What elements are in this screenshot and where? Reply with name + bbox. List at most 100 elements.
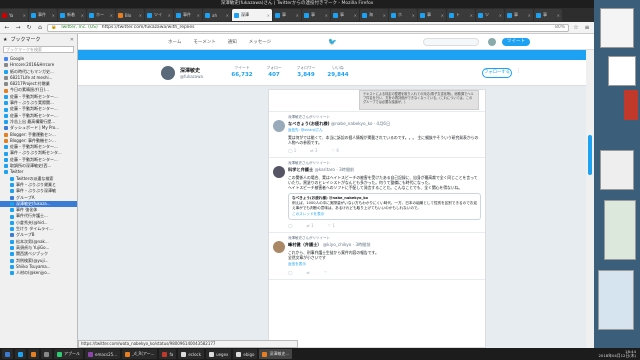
browser-tab[interactable]: ah ✕	[203, 9, 231, 21]
taskbar-item[interactable]	[2, 349, 13, 359]
avatar[interactable]	[488, 38, 496, 46]
close-icon[interactable]: ✕	[70, 37, 74, 43]
taskbar-item[interactable]: _d_R(アー...	[122, 349, 158, 359]
close-icon[interactable]: ✕	[528, 13, 531, 18]
nav-notifications[interactable]: 通知	[228, 39, 237, 45]
desktop-window[interactable]	[600, 8, 634, 48]
stat-likes[interactable]: いいね 29,844	[324, 65, 352, 78]
tweet-avatar[interactable]	[273, 166, 285, 178]
tweet[interactable]: 深澤敏史さんがリツイート なべきょう(お疲れ様) @nabe_nabekyo_ko…	[269, 112, 485, 158]
clock[interactable]: 18:44 2018年04月12日(木)	[599, 349, 638, 359]
browser-tab[interactable]: 事 ✕	[418, 9, 446, 21]
show-thread-link[interactable]: 返信を表示	[288, 262, 481, 267]
browser-tab[interactable]: 事 ✕	[302, 9, 330, 21]
reply-icon[interactable]: ◯ 1	[288, 148, 296, 153]
close-icon[interactable]: ✕	[52, 13, 55, 18]
stat-following[interactable]: フォロー 407	[260, 65, 288, 78]
close-icon[interactable]: ✕	[110, 13, 113, 18]
close-icon[interactable]: ✕	[23, 13, 26, 18]
desktop-window[interactable]	[600, 150, 634, 190]
bookmark-star-icon[interactable]: ☆	[572, 24, 580, 32]
close-icon[interactable]: ✕	[354, 13, 357, 18]
twitter-search-input[interactable]	[423, 38, 479, 46]
quoted-tweet[interactable]: なべきょう(お疲れ様) @nabe_nabekyo_ko 例えば、1000人の中に…	[288, 193, 481, 221]
close-icon[interactable]: ✕	[557, 13, 560, 18]
taskbar-item[interactable]: uegex	[206, 349, 232, 359]
close-icon[interactable]: ✕	[168, 13, 171, 18]
profile-handle[interactable]: @fukazawa	[180, 74, 203, 79]
close-icon[interactable]: ✕	[383, 13, 386, 18]
browser-tab[interactable]: 事 ✕	[534, 9, 562, 21]
twitter-bird-icon[interactable]: 🐦	[328, 38, 337, 46]
desktop-window[interactable]	[608, 56, 636, 86]
browser-tab[interactable]: Blo ✕	[116, 9, 144, 21]
close-icon[interactable]: ✕	[412, 13, 415, 18]
desktop-window[interactable]	[624, 90, 638, 120]
tweet-button[interactable]: ツイート	[502, 38, 530, 46]
taskbar-item[interactable]	[41, 349, 52, 359]
taskbar-item[interactable]: eclock	[178, 349, 205, 359]
tweet-author-name[interactable]: なべきょう(お疲れ様)	[288, 121, 330, 126]
url-bar[interactable]: 🔒 Twitter, Inc. (US) https://twitter.com…	[47, 23, 569, 32]
profile-avatar[interactable]	[160, 65, 176, 81]
browser-tab[interactable]: ツ ✕	[476, 9, 504, 21]
back-arrow-icon[interactable]: ←	[3, 24, 11, 32]
browser-tab[interactable]: ホー ✕	[87, 9, 115, 21]
close-icon[interactable]: ✕	[441, 13, 444, 18]
taskbar-item[interactable]	[28, 349, 39, 359]
tweet-author-handle[interactable]: @kiyo_chikyo · 3時間前	[323, 242, 371, 247]
browser-tab[interactable]: 事件 ✕	[29, 9, 57, 21]
nav-messages[interactable]: メッセージ	[249, 39, 271, 45]
browser-tab[interactable]: ト ✕	[447, 9, 475, 21]
browser-tab[interactable]: 深澤 ✕	[232, 9, 272, 21]
like-icon[interactable]: ♡	[324, 270, 328, 275]
menu-icon[interactable]: ≡	[583, 24, 591, 32]
stat-followers[interactable]: フォロワー 3,849	[292, 65, 320, 78]
follow-button[interactable]: フォローする	[482, 68, 512, 78]
taskbar-item[interactable]: 深澤敏史...	[259, 349, 293, 359]
close-icon[interactable]: ✕	[81, 13, 84, 18]
taskbar-item[interactable]: ebigo	[233, 349, 258, 359]
close-icon[interactable]: ✕	[139, 13, 142, 18]
nav-home[interactable]: ホーム	[168, 39, 181, 45]
taskbar-item[interactable]: アプール	[54, 349, 83, 359]
forward-arrow-icon[interactable]: →	[14, 24, 22, 32]
scrollbar-thumb[interactable]	[588, 135, 592, 175]
close-icon[interactable]: ✕	[267, 13, 270, 18]
tweet-avatar[interactable]	[273, 241, 285, 254]
taskbar-item[interactable]	[15, 349, 26, 359]
more-options-icon[interactable]: ⋮	[516, 68, 521, 74]
nav-moments[interactable]: モーメント	[193, 39, 215, 45]
tweet-author-name[interactable]: 峰村健（弁護士）	[288, 242, 322, 247]
tweet-image[interactable]: テキストによる特定の整理を取り入れての対応(電子文書化等)。総務課でヘルプ件名を…	[359, 90, 479, 110]
retweet-icon[interactable]: ⇄ 1	[306, 223, 313, 228]
browser-tab[interactable]: 事件 ✕	[174, 9, 202, 21]
browser-tab[interactable]: 海 ✕	[360, 9, 388, 21]
bookmark-item[interactable]: 人材の(@kenjyo...	[0, 270, 77, 276]
zoom-level[interactable]: 80%	[555, 25, 565, 31]
taskbar-item[interactable]: emacs25...	[85, 349, 120, 359]
taskbar-item[interactable]: fa	[159, 349, 177, 359]
tweet-avatar[interactable]	[273, 120, 285, 132]
tweet[interactable]: 深澤敏史さんがリツイート 峰村健（弁護士） @kiyo_chikyo · 3時間前…	[269, 233, 485, 281]
reply-icon[interactable]: ◯	[288, 223, 292, 228]
desktop-window[interactable]	[598, 270, 634, 330]
tweet-author-name[interactable]: 科学と弁護士	[288, 167, 313, 172]
reload-icon[interactable]: ↻	[25, 24, 33, 32]
close-icon[interactable]: ✕	[197, 13, 200, 18]
retweet-icon[interactable]: ⇄	[306, 270, 309, 275]
show-thread-link[interactable]: このスレッドを表示	[292, 212, 477, 217]
like-icon[interactable]: ♡ 1	[328, 223, 335, 228]
close-icon[interactable]: ✕	[470, 13, 473, 18]
desktop-window[interactable]	[604, 200, 636, 260]
home-icon[interactable]: ⌂	[36, 24, 44, 32]
browser-tab[interactable]: 事 ✕	[505, 9, 533, 21]
tweet-author-handle[interactable]: @karitaro · 3時間前	[315, 167, 355, 172]
bookmark-search-input[interactable]: ブックマークを検索	[3, 46, 74, 53]
browser-tab[interactable]: Ya ✕	[0, 9, 28, 21]
browser-tab[interactable]: 事 ✕	[331, 9, 359, 21]
retweet-icon[interactable]: ⇄ 3	[310, 148, 317, 153]
browser-tab[interactable]: 事 ✕	[273, 9, 301, 21]
reply-icon[interactable]: ◯	[288, 270, 292, 275]
reply-to[interactable]: 返信先: @sinanjiさん	[288, 128, 481, 133]
